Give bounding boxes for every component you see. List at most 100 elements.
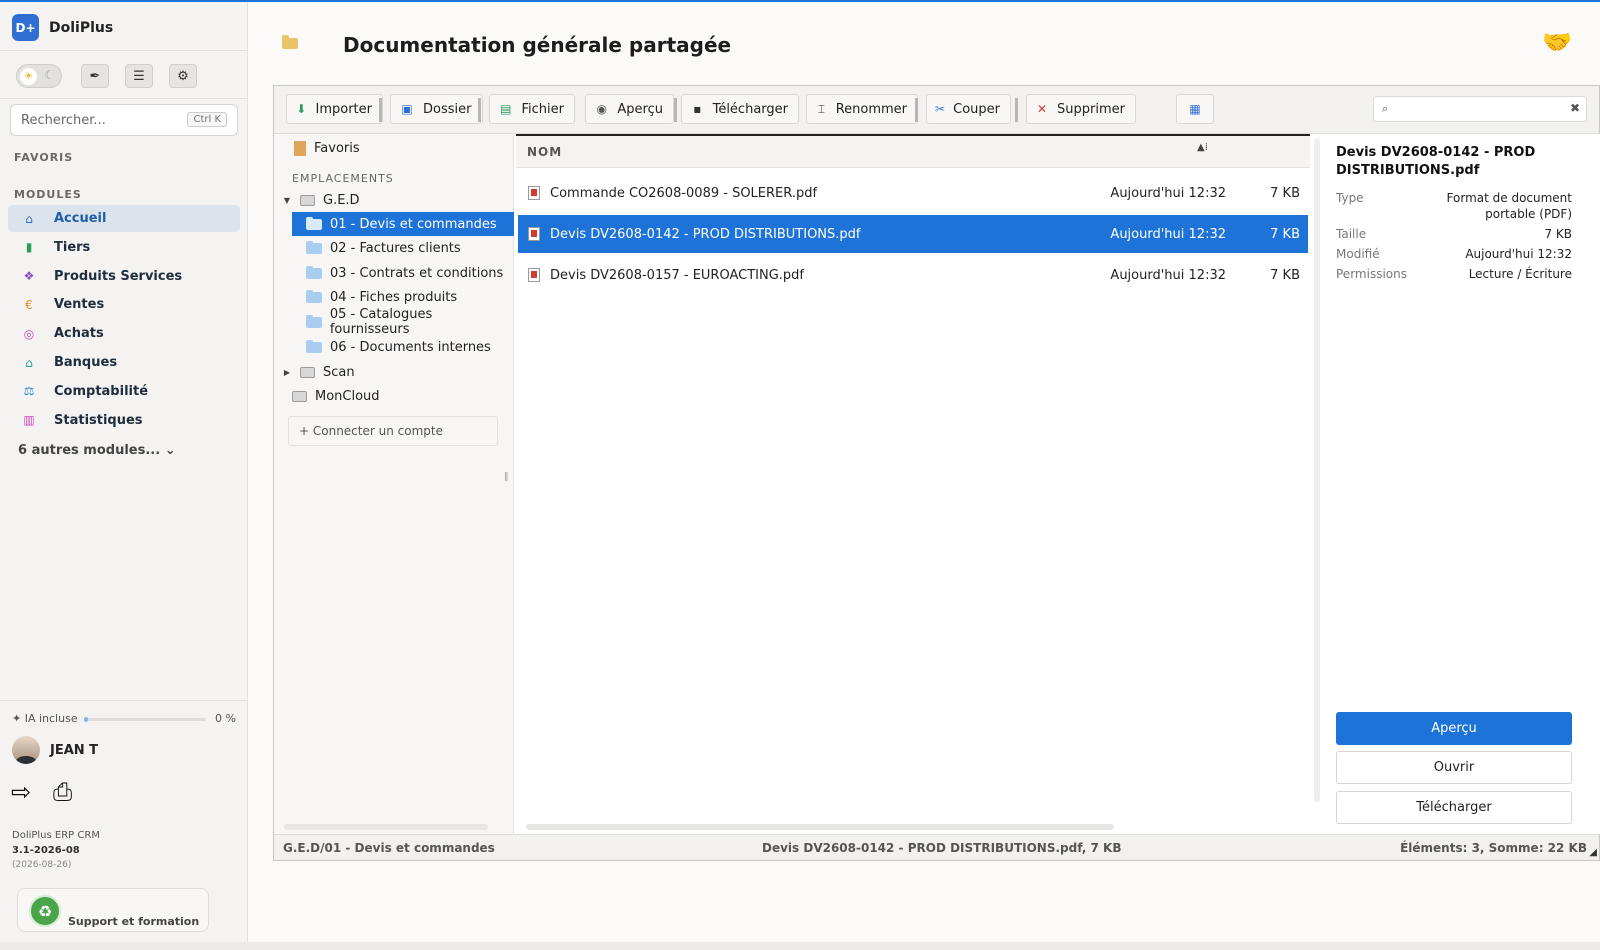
- module-label: Statistiques: [54, 412, 143, 428]
- importer-button[interactable]: ⬇ Importer: [286, 94, 383, 124]
- module-item[interactable]: ◎ Achats: [8, 320, 240, 347]
- connect-account-button[interactable]: + Connecter un compte: [288, 416, 498, 446]
- list-button[interactable]: ☰: [125, 64, 153, 88]
- page-title: Documentation générale partagée: [343, 33, 732, 57]
- nav-cloud-label: MonCloud: [315, 388, 380, 404]
- sidebar-divider: [0, 50, 248, 51]
- module-item[interactable]: ❖ Produits Services: [8, 263, 240, 290]
- search-placeholder: Rechercher...: [21, 113, 106, 128]
- scale-icon: ⚖: [23, 384, 35, 399]
- theme-toggle[interactable]: ☀ ☾: [16, 64, 62, 88]
- module-label: Accueil: [54, 211, 107, 226]
- module-item[interactable]: ⌂ Accueil: [8, 205, 240, 232]
- support-logo-icon: ♻: [29, 895, 61, 927]
- nav-folder-item[interactable]: 05 - Catalogues fournisseurs: [292, 307, 514, 337]
- nav-folder-item[interactable]: 02 - Factures clients: [292, 237, 514, 261]
- sort-icon[interactable]: ▲⁞: [1197, 142, 1208, 153]
- supprimer-button[interactable]: ✕ Supprimer: [1026, 94, 1136, 124]
- view-grid-button[interactable]: ▦: [1176, 94, 1214, 124]
- ia-label: ✦ IA incluse: [12, 712, 78, 725]
- feather-button[interactable]: ✒: [81, 64, 109, 88]
- brand[interactable]: D+ DoliPlus: [12, 14, 113, 41]
- toolbar-separator: [674, 98, 677, 122]
- more-modules-link[interactable]: 6 autres modules... ⌄: [18, 443, 176, 458]
- nav-folder-item[interactable]: 03 - Contrats et conditions: [292, 261, 514, 285]
- list-scrollbar[interactable]: [526, 824, 1114, 830]
- sidebar-divider: [0, 98, 248, 99]
- support-button[interactable]: ♻ Support et formation: [17, 888, 209, 932]
- nav-root-ged[interactable]: ▼ G.E.D: [282, 188, 360, 212]
- chevron-down-icon[interactable]: ▼: [282, 196, 292, 205]
- folder-icon: [306, 241, 322, 255]
- user-profile[interactable]: JEAN T: [12, 736, 98, 764]
- file-size: 7 KB: [1270, 185, 1300, 201]
- module-item[interactable]: ▮ Tiers: [8, 234, 240, 261]
- preview-button[interactable]: Aperçu: [1336, 712, 1572, 745]
- telecharger-button[interactable]: ▪ Télécharger: [681, 94, 799, 124]
- nav-cloud[interactable]: MonCloud: [292, 384, 380, 408]
- module-label: Produits Services: [54, 268, 183, 284]
- renommer-button[interactable]: ⌶ Renommer: [806, 94, 918, 124]
- nav-folder-item[interactable]: 04 - Fiches produits: [292, 286, 514, 310]
- file-date: Aujourd'hui 12:32: [1110, 226, 1226, 242]
- apercu-button[interactable]: ◉ Aperçu: [585, 94, 674, 124]
- table-row[interactable]: Devis DV2608-0157 - EUROACTING.pdf Aujour…: [518, 256, 1308, 294]
- avatar: [12, 736, 40, 764]
- info-value: Aujourd'hui 12:32: [1465, 247, 1572, 261]
- logout-icon[interactable]: ⇨: [11, 778, 31, 806]
- folder-icon: [306, 265, 322, 279]
- fichier-button[interactable]: ▤ Fichier: [489, 94, 575, 124]
- search-icon: ⌕: [1382, 102, 1389, 115]
- rename-icon: ⌶: [817, 101, 825, 116]
- table-row[interactable]: Devis DV2608-0142 - PROD DISTRIBUTIONS.p…: [518, 215, 1308, 253]
- info-property: Type Format de document portable (PDF): [1336, 190, 1572, 224]
- table-row[interactable]: Commande CO2608-0089 - SOLERER.pdf Aujour…: [518, 174, 1308, 212]
- open-button[interactable]: Ouvrir: [1336, 751, 1572, 784]
- file-search-input[interactable]: ⌕ ✖: [1373, 96, 1587, 122]
- nav-favorites[interactable]: Favoris: [294, 136, 360, 160]
- resize-corner-icon[interactable]: ◢: [1589, 847, 1597, 858]
- chevron-right-icon[interactable]: ▶: [282, 368, 292, 377]
- download-button[interactable]: Télécharger: [1336, 791, 1572, 824]
- toolbar-button-label: Renommer: [835, 101, 907, 117]
- column-name[interactable]: NOM: [527, 145, 562, 159]
- pdf-file-icon: [528, 227, 540, 241]
- delete-icon: ✕: [1036, 102, 1048, 116]
- version-number: 3.1-2026-08: [12, 845, 80, 856]
- module-item[interactable]: € Ventes: [8, 291, 240, 318]
- sidebar: D+ DoliPlus ☀ ☾ ✒ ☰ ⚙ Rechercher... Ctrl…: [0, 2, 248, 950]
- info-key: Taille: [1336, 227, 1367, 241]
- print-icon[interactable]: ⎙: [53, 778, 72, 806]
- handshake-icon[interactable]: 🤝: [1542, 28, 1572, 56]
- clear-search-icon[interactable]: ✖: [1570, 101, 1580, 115]
- settings-button[interactable]: ⚙: [169, 64, 197, 88]
- nav-scrollbar[interactable]: [284, 824, 488, 830]
- building-icon: ▮: [25, 240, 33, 255]
- sidebar-divider: [0, 700, 248, 701]
- sidebar-search-input[interactable]: Rechercher... Ctrl K: [10, 104, 238, 136]
- status-selection: Devis DV2608-0142 - PROD DISTRIBUTIONS.p…: [762, 841, 1122, 855]
- version-info: DoliPlus ERP CRM 3.1-2026-08 (2026-08-26…: [12, 828, 100, 873]
- eye-icon: ◉: [596, 102, 607, 116]
- info-key: Type: [1336, 191, 1364, 205]
- couper-button[interactable]: ✂ Couper: [926, 94, 1011, 124]
- product-name: DoliPlus ERP CRM: [12, 830, 100, 841]
- info-property: Modifié Aujourd'hui 12:32: [1336, 246, 1572, 264]
- coins-icon: ◎: [23, 326, 35, 341]
- page-header: Documentation générale partagée 🤝: [248, 2, 1600, 82]
- nav-scan[interactable]: ▶ Scan: [282, 360, 355, 384]
- module-item[interactable]: ⚖ Comptabilité: [8, 378, 240, 405]
- resize-handle-icon[interactable]: ‖: [504, 472, 509, 482]
- nav-folder-item[interactable]: 01 - Devis et commandes: [292, 212, 514, 236]
- file-name: Devis DV2608-0142 - PROD DISTRIBUTIONS.p…: [550, 226, 861, 242]
- list-vertical-scrollbar[interactable]: [1314, 138, 1320, 802]
- nav-folder-label: 04 - Fiches produits: [330, 290, 458, 306]
- module-item[interactable]: ⌂ Banques: [8, 349, 240, 376]
- dossier-button[interactable]: ▣ Dossier: [390, 94, 483, 124]
- page-scrollbar[interactable]: [0, 942, 1600, 950]
- toolbar: ⬇ Importer ▣ Dossier ▤ Fichier ◉ Aperçu ▪ Télécha…: [274, 86, 1599, 134]
- drive-icon: [300, 366, 315, 378]
- module-item[interactable]: ▥ Statistiques: [8, 407, 240, 434]
- nav-folder-item[interactable]: 06 - Documents internes: [292, 335, 514, 359]
- new-folder-icon: ▣: [401, 102, 413, 116]
